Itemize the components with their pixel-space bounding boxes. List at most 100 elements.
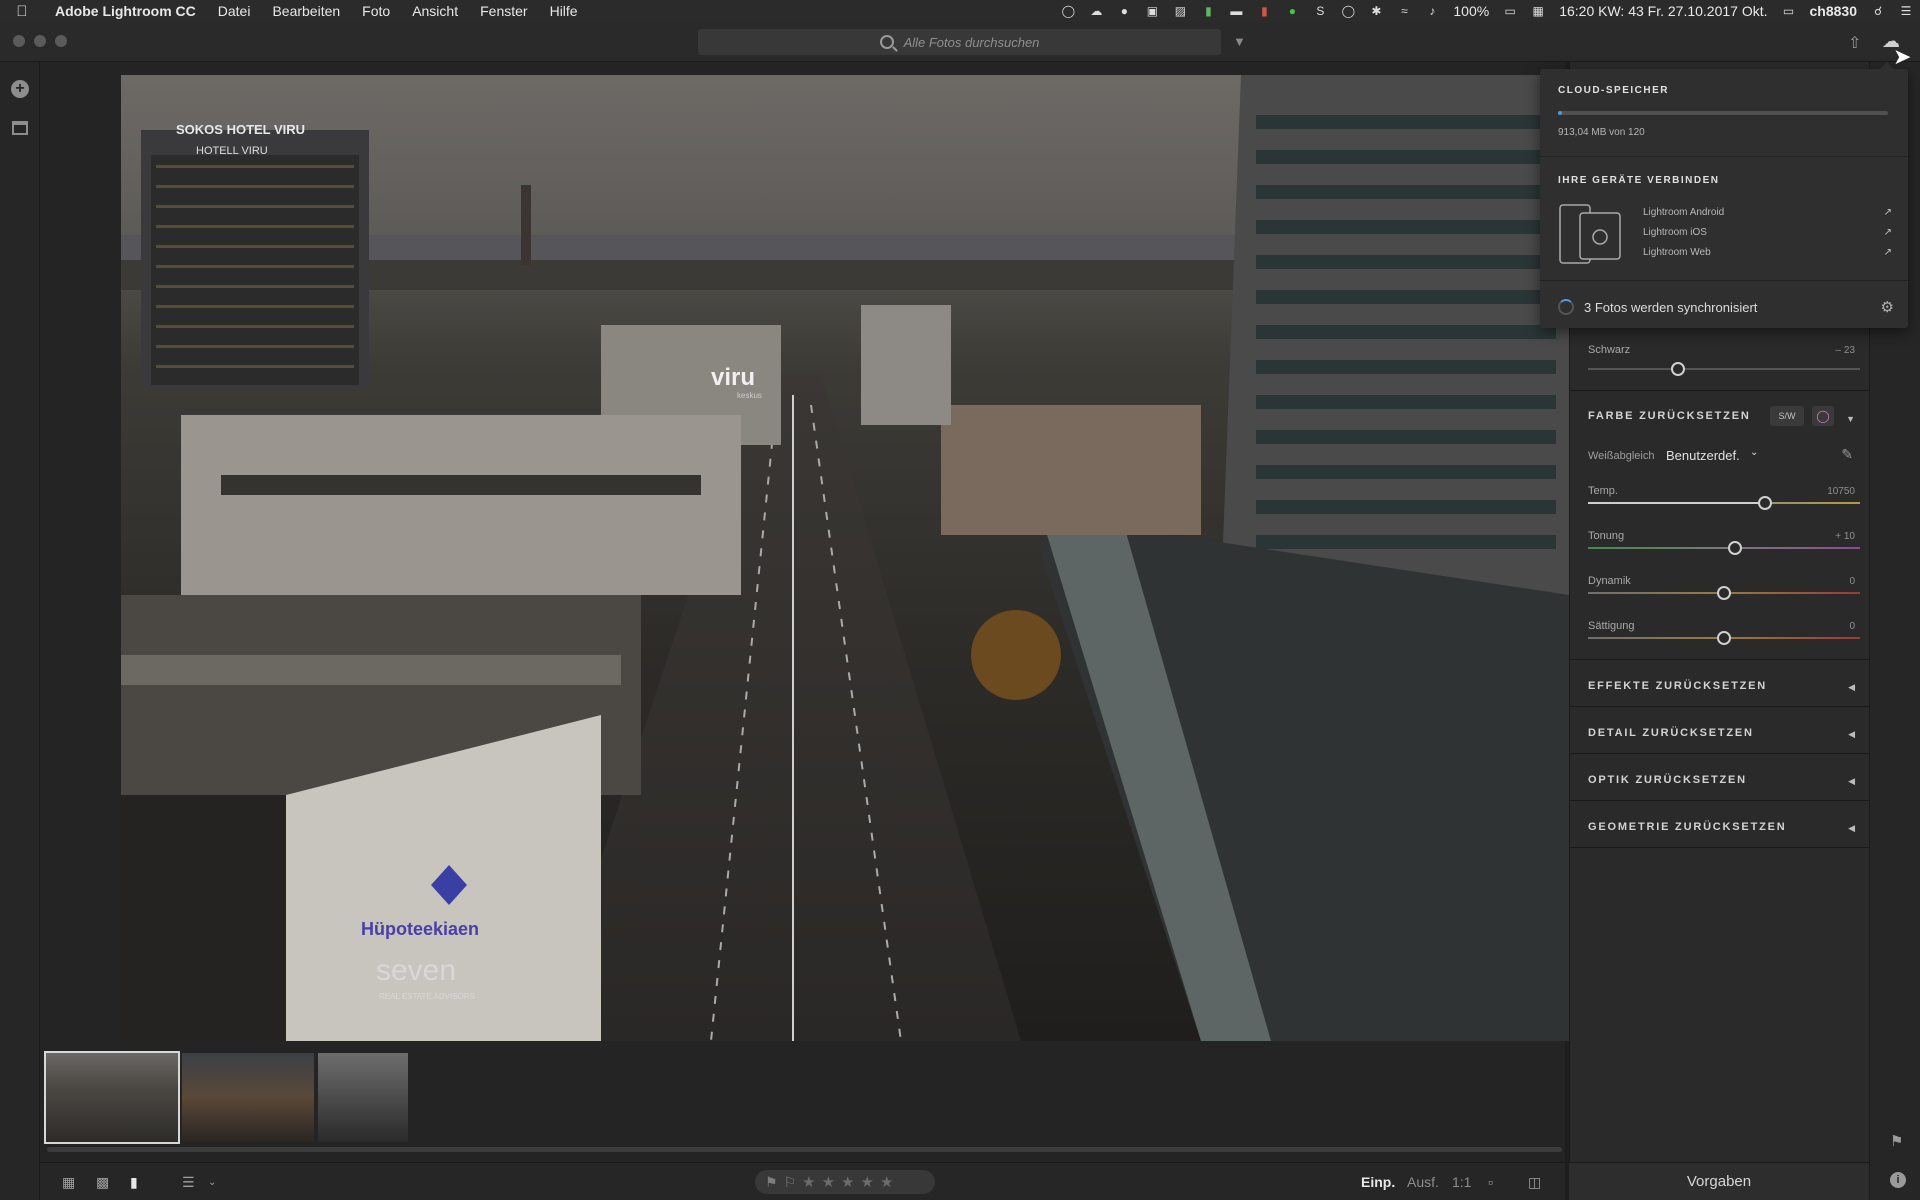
menu-hilfe[interactable]: Hilfe (539, 3, 589, 19)
optics-collapse-icon[interactable]: ◀ (1848, 776, 1855, 787)
geometry-section-title[interactable]: GEOMETRIE ZURÜCKSETZEN (1588, 821, 1787, 833)
star-2-icon[interactable]: ★ (822, 1173, 835, 1191)
tint-slider[interactable] (1588, 547, 1860, 549)
airplay-icon[interactable]: ▭ (1780, 4, 1798, 18)
reject-flag-icon[interactable]: ⚐ (784, 1174, 797, 1191)
optics-section-title[interactable]: OPTIK ZURÜCKSETZEN (1588, 774, 1747, 786)
add-photos-icon[interactable]: + (11, 80, 29, 98)
main-photo[interactable]: SOKOS HOTEL VIRU HOTELL VIRU viru keskus… (121, 75, 1569, 1041)
lightroom-ios-link[interactable]: Lightroom iOS (1643, 227, 1707, 238)
color-mixer-button[interactable]: ◯ (1812, 406, 1834, 426)
panel-divider (1570, 390, 1870, 391)
black-value: – 23 (1835, 345, 1855, 356)
battery-green-icon[interactable]: ▮ (1199, 4, 1217, 18)
apple-menu-icon[interactable]:  (0, 3, 44, 20)
calendar-icon[interactable]: ▦ (1529, 4, 1547, 18)
mouse-cursor-icon: ➤ (1893, 44, 1912, 69)
tint-slider-thumb[interactable] (1727, 541, 1742, 555)
spotlight-icon[interactable]: ☌ (1869, 4, 1887, 18)
compare-icon[interactable]: ▫ (1488, 1174, 1493, 1190)
saturation-slider-thumb[interactable] (1717, 631, 1731, 645)
before-after-icon[interactable]: ◫ (1528, 1174, 1541, 1191)
cloud-storage-bar (1558, 111, 1888, 115)
bw-toggle-button[interactable]: S/W (1770, 406, 1804, 426)
vibrance-slider-thumb[interactable] (1717, 586, 1731, 600)
detail-section-title[interactable]: DETAIL ZURÜCKSETZEN (1588, 727, 1754, 739)
menu-app-name[interactable]: Adobe Lightroom CC (44, 3, 207, 19)
memory-icon[interactable]: ▮ (1255, 4, 1273, 18)
bag-icon[interactable]: ▨ (1171, 4, 1189, 18)
color-section-title[interactable]: FARBE ZURÜCKSETZEN (1588, 410, 1751, 422)
geometry-collapse-icon[interactable]: ◀ (1848, 823, 1855, 834)
grid-small-view-icon[interactable]: ▦ (62, 1174, 75, 1191)
wifi-icon[interactable]: ≈ (1395, 4, 1413, 18)
zoom-fit-button[interactable]: Einp. (1361, 1174, 1395, 1190)
sync-status-text: 3 Fotos werden synchronisiert (1584, 300, 1758, 315)
menubar-clock[interactable]: 16:20 KW: 43 Fr. 27.10.2017 Okt. (1552, 3, 1774, 19)
temp-slider-fill (1588, 502, 1765, 504)
white-balance-chevron-icon[interactable]: ⌄ (1750, 447, 1758, 458)
eyedropper-icon[interactable]: ✎ (1841, 446, 1853, 463)
creative-cloud-icon[interactable]: ☁ (1087, 4, 1105, 18)
black-slider[interactable] (1588, 368, 1860, 370)
online-dot-icon[interactable]: ● (1283, 4, 1301, 18)
menu-fenster[interactable]: Fenster (469, 3, 538, 19)
shield-icon[interactable]: ◯ (1339, 4, 1357, 18)
battery-icon[interactable]: ▭ (1501, 4, 1519, 18)
filmstrip-scrollbar[interactable] (47, 1147, 1562, 1152)
single-view-icon[interactable]: ▮ (130, 1174, 138, 1191)
star-3-icon[interactable]: ★ (841, 1173, 854, 1191)
accessibility-icon[interactable]: ◯ (1059, 4, 1077, 18)
color-section-collapse-icon[interactable]: ▼ (1846, 414, 1855, 424)
share-icon[interactable]: ⇧ (1848, 33, 1861, 53)
close-window-button[interactable] (13, 35, 25, 47)
minimize-window-button[interactable] (34, 35, 46, 47)
zoom-1-1-button[interactable]: 1:1 (1452, 1174, 1471, 1190)
window-icon[interactable]: ▣ (1143, 4, 1161, 18)
star-4-icon[interactable]: ★ (860, 1173, 873, 1191)
lightroom-android-link[interactable]: Lightroom Android (1643, 207, 1724, 218)
sort-chevron-down-icon[interactable]: ⌄ (208, 1177, 216, 1188)
skype-icon[interactable]: S (1311, 4, 1329, 18)
sync-settings-gear-icon[interactable]: ⚙ (1881, 298, 1894, 316)
volume-icon[interactable]: ♪ (1423, 4, 1441, 18)
menu-ansicht[interactable]: Ansicht (401, 3, 469, 19)
pick-flag-icon[interactable]: ⚑ (765, 1174, 778, 1191)
external-link-icon[interactable]: ↗ (1884, 207, 1892, 218)
menu-datei[interactable]: Datei (207, 3, 262, 19)
menubar-user[interactable]: ch8830 (1803, 3, 1864, 19)
zoom-fill-button[interactable]: Ausf. (1407, 1174, 1439, 1190)
macos-menu-bar:  Adobe Lightroom CC Datei Bearbeiten Fo… (0, 0, 1920, 22)
info-icon[interactable]: i (1890, 1172, 1906, 1188)
keyword-tag-icon[interactable]: ⚑ (1890, 1132, 1903, 1150)
notification-center-icon[interactable]: ☰ (1897, 4, 1915, 18)
menu-foto[interactable]: Foto (351, 3, 401, 19)
effects-section-title[interactable]: EFFEKTE ZURÜCKSETZEN (1588, 680, 1767, 692)
presets-button[interactable]: Vorgaben (1569, 1162, 1869, 1200)
vibrance-label: Dynamik (1588, 575, 1631, 587)
status-dot-icon[interactable]: ● (1115, 4, 1133, 18)
detail-collapse-icon[interactable]: ◀ (1848, 729, 1855, 740)
star-1-icon[interactable]: ★ (802, 1173, 815, 1191)
external-link-icon[interactable]: ↗ (1884, 247, 1892, 258)
sort-icon[interactable]: ☰ (182, 1174, 195, 1191)
zoom-window-button[interactable] (55, 35, 67, 47)
bluetooth-icon[interactable]: ✱ (1367, 4, 1385, 18)
library-icon[interactable] (12, 121, 28, 135)
battery-percent[interactable]: 100% (1446, 3, 1496, 19)
temp-slider-thumb[interactable] (1757, 496, 1772, 510)
effects-collapse-icon[interactable]: ◀ (1848, 682, 1855, 693)
lightroom-web-link[interactable]: Lightroom Web (1643, 247, 1711, 258)
star-5-icon[interactable]: ★ (880, 1173, 893, 1191)
external-link-icon[interactable]: ↗ (1884, 227, 1892, 238)
filmstrip-thumb-2[interactable] (182, 1053, 314, 1142)
search-input[interactable]: Alle Fotos durchsuchen (698, 29, 1221, 55)
filter-icon[interactable]: ▼ (1233, 34, 1247, 49)
filmstrip-thumb-3[interactable] (318, 1053, 408, 1142)
filmstrip-thumb-1[interactable] (44, 1051, 180, 1144)
drive-icon[interactable]: ▬ (1227, 4, 1245, 18)
black-slider-thumb[interactable] (1670, 362, 1685, 376)
grid-large-view-icon[interactable]: ▩ (96, 1174, 109, 1191)
menu-bearbeiten[interactable]: Bearbeiten (261, 3, 351, 19)
white-balance-dropdown[interactable]: Benutzerdef. (1666, 448, 1740, 463)
